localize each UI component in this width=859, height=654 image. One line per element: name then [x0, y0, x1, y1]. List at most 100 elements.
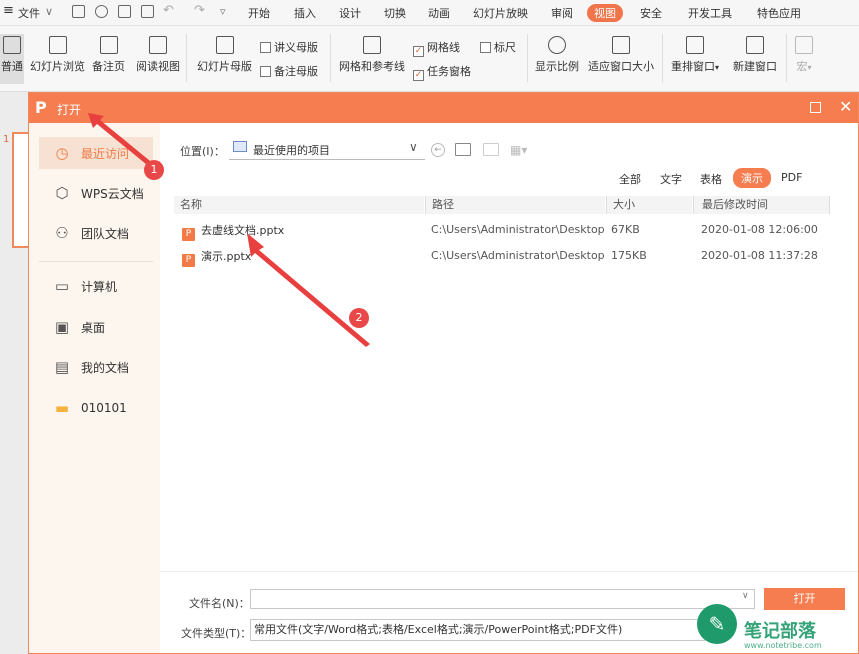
sidebar-item-label: 最近访问 — [81, 146, 130, 161]
ribbon-separator — [186, 34, 187, 82]
sidebar-item-recent[interactable]: ◷ 最近访问 — [39, 137, 153, 169]
back-icon[interactable]: ← — [431, 143, 445, 157]
file-path: C:\Users\Administrator\Desktop — [431, 223, 605, 236]
macro-label: 宏 — [796, 60, 808, 73]
undo-icon[interactable]: ↶ — [163, 3, 174, 18]
notes-page-button[interactable]: 备注页 — [92, 36, 125, 74]
sidebar-item-team-docs[interactable]: ⚇ 团队文档 — [39, 217, 153, 249]
task-pane-label: 任务窗格 — [427, 65, 471, 78]
menu-slideshow[interactable]: 幻灯片放映 — [473, 5, 528, 21]
normal-view-button[interactable]: 普通 — [0, 34, 24, 84]
new-window-icon — [746, 36, 764, 54]
new-folder-icon[interactable] — [483, 143, 499, 156]
menu-review[interactable]: 审阅 — [551, 5, 573, 21]
column-header-modified[interactable]: 最后修改时间 — [693, 196, 830, 214]
zoom-button[interactable]: 显示比例 — [535, 36, 579, 74]
sidebar-item-desktop[interactable]: ▣ 桌面 — [39, 311, 153, 343]
print-icon[interactable] — [118, 5, 131, 18]
handout-master-button[interactable]: 讲义母版 — [260, 39, 318, 55]
watermark-text: 笔记部落 — [744, 621, 816, 642]
chevron-down-icon[interactable]: ∨ — [45, 5, 53, 18]
print-preview-icon[interactable] — [141, 5, 154, 18]
slide-master-button[interactable]: 幻灯片母版 — [197, 36, 252, 74]
close-icon[interactable]: ✕ — [839, 97, 852, 116]
view-mode-icon[interactable]: ▦▾ — [510, 143, 527, 157]
arrange-windows-icon — [686, 36, 704, 54]
column-header-path[interactable]: 路径 — [425, 196, 605, 214]
export-icon[interactable] — [95, 5, 108, 18]
folder-icon: ▬ — [54, 399, 70, 417]
column-header-size[interactable]: 大小 — [606, 196, 692, 214]
slide-thumbnail[interactable] — [12, 132, 28, 248]
filter-text[interactable]: 文字 — [660, 171, 682, 187]
fit-window-label: 适应窗口大小 — [588, 60, 654, 73]
sidebar-divider — [39, 261, 153, 262]
ribbon-separator — [662, 34, 663, 82]
menu-start[interactable]: 开始 — [248, 5, 270, 21]
sidebar-item-wps-cloud[interactable]: ⬡ WPS云文档 — [39, 177, 153, 209]
clock-icon: ◷ — [55, 144, 69, 162]
annotation-badge-2: 2 — [349, 308, 369, 328]
pptx-file-icon: P — [182, 254, 195, 267]
filename-input[interactable] — [250, 589, 755, 609]
footer-divider — [160, 571, 858, 572]
slide-thumbnail-strip: 1 — [0, 92, 28, 654]
open-button[interactable]: 打开 — [764, 588, 845, 610]
arrange-windows-button[interactable]: 重排窗口▾ — [671, 36, 719, 74]
redo-icon[interactable]: ↷ — [194, 3, 205, 18]
menu-animation[interactable]: 动画 — [428, 5, 450, 21]
task-pane-checkbox[interactable]: ✓ 任务窗格 — [413, 63, 471, 81]
maximize-icon[interactable] — [810, 102, 821, 113]
menu-developer[interactable]: 开发工具 — [688, 5, 732, 21]
filter-spreadsheet[interactable]: 表格 — [700, 171, 722, 187]
slide-browse-button[interactable]: 幻灯片浏览 — [30, 36, 85, 74]
fit-window-button[interactable]: 适应窗口大小 — [588, 36, 654, 74]
menu-design[interactable]: 设计 — [339, 5, 361, 21]
filter-pdf[interactable]: PDF — [781, 171, 802, 184]
table-row[interactable]: P 去虚线文档.pptx C:\Users\Administrator\Deskt… — [174, 217, 834, 241]
menu-special[interactable]: 特色应用 — [757, 5, 801, 21]
grid-guides-button[interactable]: 网格和参考线 — [339, 36, 405, 74]
sidebar-item-my-docs[interactable]: ▤ 我的文档 — [39, 351, 153, 383]
file-name: 演示.pptx — [201, 250, 252, 263]
ruler-checkbox[interactable]: 标尺 — [480, 39, 516, 55]
notes-master-icon — [260, 66, 271, 77]
sidebar-item-computer[interactable]: ▭ 计算机 — [39, 270, 153, 302]
filter-all[interactable]: 全部 — [619, 171, 641, 187]
notes-page-icon — [99, 36, 118, 54]
file-menu[interactable]: 文件 — [18, 5, 40, 21]
menu-bar: ≡ 文件 ∨ ↶ ↷ ▿ 开始 插入 设计 切换 动画 幻灯片放映 审阅 视图 … — [0, 0, 859, 26]
gridlines-label: 网格线 — [427, 41, 460, 54]
ribbon-separator — [786, 34, 787, 82]
file-path: C:\Users\Administrator\Desktop — [431, 249, 605, 262]
menu-security[interactable]: 安全 — [640, 5, 662, 21]
file-name-cell: P 演示.pptx — [182, 248, 251, 267]
menu-transition[interactable]: 切换 — [384, 5, 406, 21]
notes-master-button[interactable]: 备注母版 — [260, 63, 318, 79]
file-modified: 2020-01-08 11:37:28 — [701, 249, 818, 262]
desktop-icon: ▣ — [54, 318, 70, 336]
quick-access-dropdown-icon[interactable]: ▿ — [220, 5, 226, 18]
up-folder-icon[interactable] — [455, 143, 471, 156]
column-header-name[interactable]: 名称 — [174, 196, 424, 214]
menu-view[interactable]: 视图 — [587, 4, 623, 22]
chevron-down-icon[interactable]: ∨ — [742, 591, 749, 601]
filter-presentation[interactable]: 演示 — [733, 168, 771, 188]
save-icon[interactable] — [72, 5, 85, 18]
new-window-button[interactable]: 新建窗口 — [733, 36, 777, 74]
menu-insert[interactable]: 插入 — [294, 5, 316, 21]
dialog-sidebar: ◷ 最近访问 ⬡ WPS云文档 ⚇ 团队文档 ▭ 计算机 ▣ 桌面 ▤ 我的文档 ▬ 0101… — [29, 123, 160, 653]
pptx-file-icon: P — [182, 228, 195, 241]
sidebar-item-folder[interactable]: ▬ 010101 — [39, 392, 153, 424]
hamburger-icon[interactable]: ≡ — [3, 4, 16, 18]
gridlines-checkbox[interactable]: ✓ 网格线 — [413, 39, 460, 57]
macro-button[interactable]: 宏▾ — [795, 36, 813, 74]
wps-logo-icon: P — [35, 98, 47, 117]
reading-view-button[interactable]: 阅读视图 — [136, 36, 180, 74]
table-row[interactable]: P 演示.pptx C:\Users\Administrator\Desktop … — [174, 243, 834, 267]
chevron-down-icon: ∨ — [409, 140, 418, 154]
file-name: 去虚线文档.pptx — [201, 224, 285, 237]
location-dropdown[interactable]: 最近使用的项目 ∨ — [229, 138, 425, 160]
chevron-down-icon: ▾ — [807, 63, 812, 72]
filetype-select[interactable]: 常用文件(文字/Word格式;表格/Excel格式;演示/PowerPoint格… — [250, 619, 705, 641]
